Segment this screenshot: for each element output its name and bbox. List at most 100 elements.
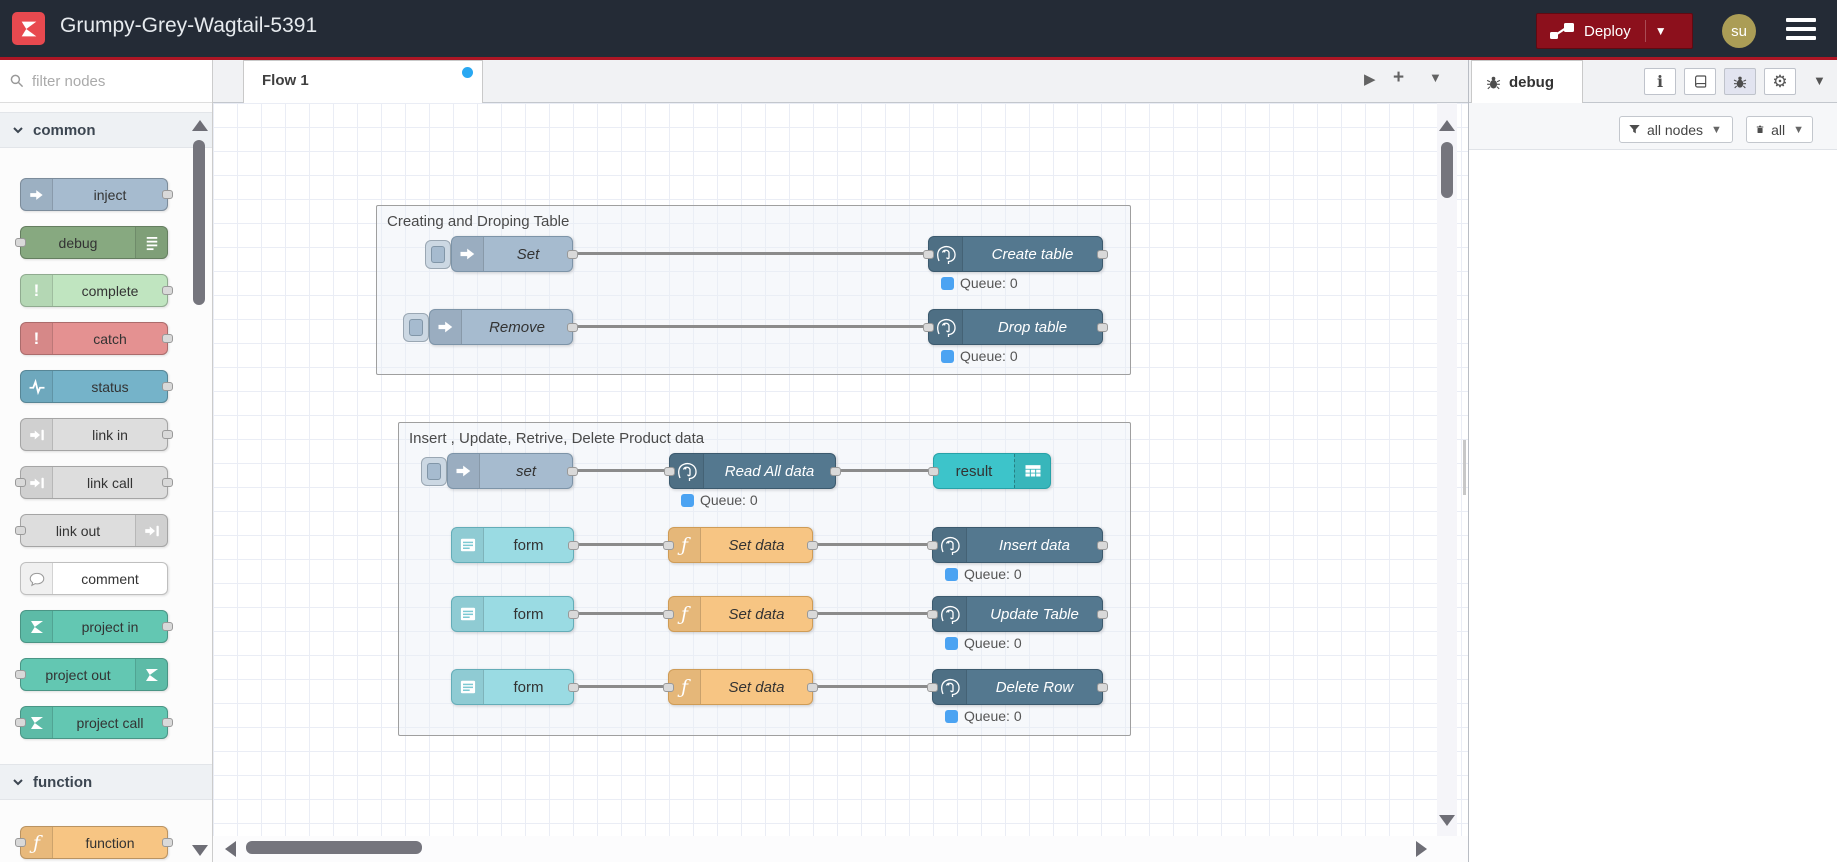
wire[interactable] bbox=[817, 685, 928, 688]
wire[interactable] bbox=[840, 469, 929, 472]
input-port[interactable] bbox=[927, 683, 938, 692]
output-port[interactable] bbox=[568, 541, 579, 550]
node-remove[interactable]: Remove bbox=[429, 309, 578, 345]
node-read-all-data[interactable]: Read All data bbox=[664, 453, 841, 489]
palette-scroll-down-icon[interactable] bbox=[192, 845, 208, 856]
filter-nodes-input[interactable] bbox=[32, 68, 202, 95]
node-set-lower[interactable]: set bbox=[447, 453, 578, 489]
input-port[interactable] bbox=[15, 670, 26, 679]
output-port[interactable] bbox=[830, 467, 841, 476]
tab-flow-1[interactable]: Flow 1 bbox=[243, 60, 483, 103]
tab-scroll-right-icon[interactable]: ▶ bbox=[1364, 70, 1376, 88]
input-port[interactable] bbox=[927, 541, 938, 550]
input-port[interactable] bbox=[15, 478, 26, 487]
input-port[interactable] bbox=[928, 467, 939, 476]
palette-node-comment[interactable]: comment bbox=[20, 562, 168, 595]
wire[interactable] bbox=[578, 685, 664, 688]
input-port[interactable] bbox=[15, 238, 26, 247]
output-port[interactable] bbox=[1097, 610, 1108, 619]
input-port[interactable] bbox=[664, 467, 675, 476]
config-tab-button[interactable]: ⚙ bbox=[1764, 68, 1796, 95]
sidebar-resize-handle[interactable] bbox=[1463, 440, 1466, 495]
inject-trigger-button[interactable] bbox=[425, 240, 451, 269]
output-port[interactable] bbox=[807, 610, 818, 619]
wire[interactable] bbox=[817, 612, 928, 615]
node-set-data[interactable]: ƒ Set data bbox=[663, 669, 818, 705]
debug-filter-button[interactable]: all nodes ▼ bbox=[1619, 116, 1733, 143]
canvas-scroll-right-icon[interactable] bbox=[1416, 841, 1427, 857]
debug-tab-button[interactable] bbox=[1724, 68, 1756, 95]
palette-node-status[interactable]: status bbox=[20, 370, 173, 403]
output-port[interactable] bbox=[162, 478, 173, 487]
add-flow-button[interactable]: + bbox=[1393, 67, 1404, 89]
node-form[interactable]: form bbox=[451, 669, 579, 705]
deploy-caret-down-icon[interactable]: ▼ bbox=[1655, 24, 1667, 38]
node-update-table[interactable]: Update Table bbox=[927, 596, 1108, 632]
output-port[interactable] bbox=[568, 610, 579, 619]
input-port[interactable] bbox=[15, 718, 26, 727]
node-set-data[interactable]: ƒ Set data bbox=[663, 527, 818, 563]
palette-node-project-in[interactable]: project in bbox=[20, 610, 173, 643]
input-port[interactable] bbox=[663, 683, 674, 692]
output-port[interactable] bbox=[162, 622, 173, 631]
flow-list-caret-down-icon[interactable]: ▼ bbox=[1429, 70, 1442, 85]
canvas-vscroll-thumb[interactable] bbox=[1441, 142, 1453, 198]
node-set[interactable]: Set bbox=[451, 236, 578, 272]
output-port[interactable] bbox=[567, 250, 578, 259]
palette-scrollbar-thumb[interactable] bbox=[193, 140, 205, 305]
palette-node-debug[interactable]: debug bbox=[15, 226, 168, 259]
palette-node-link-in[interactable]: link in bbox=[20, 418, 173, 451]
palette-search[interactable] bbox=[0, 60, 212, 103]
palette-node-inject[interactable]: inject bbox=[20, 178, 173, 211]
deploy-button[interactable]: Deploy ▼ bbox=[1536, 13, 1693, 49]
node-result[interactable]: result bbox=[928, 453, 1051, 489]
palette-node-project-call[interactable]: project call bbox=[15, 706, 173, 739]
node-form[interactable]: form bbox=[451, 527, 579, 563]
output-port[interactable] bbox=[567, 467, 578, 476]
tab-debug[interactable]: debug bbox=[1471, 60, 1583, 103]
output-port[interactable] bbox=[1097, 323, 1108, 332]
input-port[interactable] bbox=[663, 541, 674, 550]
hamburger-menu-icon[interactable] bbox=[1786, 18, 1816, 40]
node-create-table[interactable]: Create table bbox=[923, 236, 1108, 272]
output-port[interactable] bbox=[1097, 541, 1108, 550]
node-delete-row[interactable]: Delete Row bbox=[927, 669, 1108, 705]
wire[interactable] bbox=[577, 469, 665, 472]
output-port[interactable] bbox=[1097, 250, 1108, 259]
help-tab-button[interactable] bbox=[1684, 68, 1716, 95]
wire[interactable] bbox=[577, 325, 924, 328]
output-port[interactable] bbox=[162, 286, 173, 295]
output-port[interactable] bbox=[807, 541, 818, 550]
output-port[interactable] bbox=[162, 382, 173, 391]
input-port[interactable] bbox=[927, 610, 938, 619]
input-port[interactable] bbox=[663, 610, 674, 619]
node-insert-data[interactable]: Insert data bbox=[927, 527, 1108, 563]
palette-node-link-out[interactable]: link out bbox=[15, 514, 168, 547]
inject-trigger-button[interactable] bbox=[403, 313, 429, 342]
palette-node-function[interactable]: ƒ function bbox=[15, 826, 173, 859]
input-port[interactable] bbox=[15, 838, 26, 847]
palette-node-complete[interactable]: ! complete bbox=[20, 274, 173, 307]
output-port[interactable] bbox=[162, 430, 173, 439]
input-port[interactable] bbox=[15, 526, 26, 535]
debug-clear-button[interactable]: all ▼ bbox=[1746, 116, 1813, 143]
output-port[interactable] bbox=[567, 323, 578, 332]
canvas-scroll-left-icon[interactable] bbox=[225, 841, 236, 857]
canvas-scroll-up-icon[interactable] bbox=[1439, 120, 1455, 131]
output-port[interactable] bbox=[807, 683, 818, 692]
node-form[interactable]: form bbox=[451, 596, 579, 632]
palette-node-link-call[interactable]: link call bbox=[15, 466, 173, 499]
palette-node-catch[interactable]: ! catch bbox=[20, 322, 173, 355]
wire[interactable] bbox=[578, 543, 664, 546]
wire[interactable] bbox=[817, 543, 928, 546]
output-port[interactable] bbox=[1097, 683, 1108, 692]
output-port[interactable] bbox=[162, 334, 173, 343]
info-tab-button[interactable]: i bbox=[1644, 68, 1676, 95]
node-drop-table[interactable]: Drop table bbox=[923, 309, 1108, 345]
node-set-data[interactable]: ƒ Set data bbox=[663, 596, 818, 632]
output-port[interactable] bbox=[162, 718, 173, 727]
sidebar-tabs-caret-down-icon[interactable]: ▼ bbox=[1813, 73, 1826, 88]
category-function[interactable]: function bbox=[0, 764, 212, 800]
canvas-scroll-down-icon[interactable] bbox=[1439, 815, 1455, 826]
canvas-vertical-scrollbar[interactable] bbox=[1437, 103, 1457, 836]
